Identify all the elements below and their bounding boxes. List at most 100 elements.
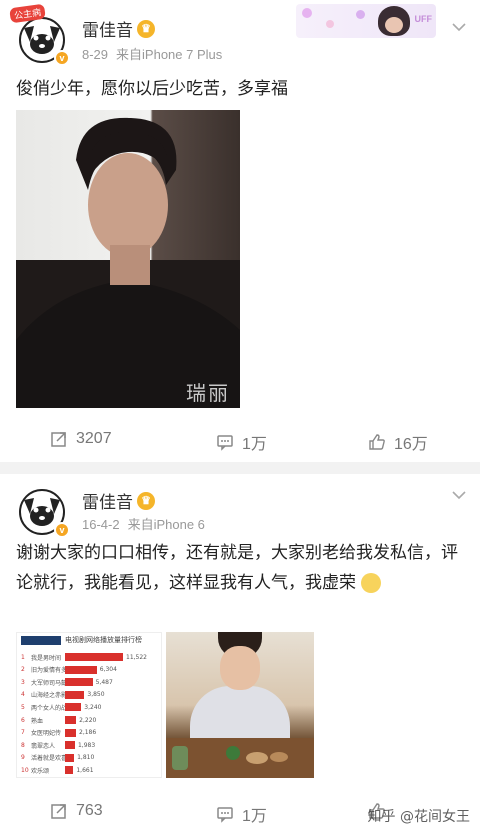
avatar-sticker xyxy=(378,6,410,36)
author-row: 雷佳音 ♛ xyxy=(82,488,155,513)
chart-title: 电视剧网络播放量排行榜 xyxy=(21,635,159,647)
repost-button[interactable]: 763 xyxy=(50,802,103,820)
chart-bar-row: 3 大军师司马懿 5,487 xyxy=(21,676,113,688)
chart-bar-row: 8 翡翠恋人 1,983 xyxy=(21,739,95,751)
rank-number: 7 xyxy=(21,729,25,737)
rank-number: 3 xyxy=(21,678,25,686)
post-text-body: 谢谢大家的口口相传，还有就是，大家别老给我发私信，评论就行，我能看见，这样显我有… xyxy=(16,543,458,593)
repost-count: 763 xyxy=(76,802,103,819)
rank-number: 1 xyxy=(21,653,25,661)
chart-bar xyxy=(65,766,74,775)
chart-bar xyxy=(65,653,123,661)
chart-bar-row: 1 我是男时间 11,522 xyxy=(21,651,147,663)
post-photo[interactable]: 瑞丽 xyxy=(16,110,240,408)
chart-bar xyxy=(65,703,82,712)
verified-badge-icon: v xyxy=(54,50,70,66)
chart-bar-row: 10 欢乐颂 1,661 xyxy=(21,764,94,776)
chart-bar-row: 5 两个女人的战争 3,240 xyxy=(21,701,101,713)
table xyxy=(166,738,314,778)
dish-icon xyxy=(246,752,268,764)
repost-icon xyxy=(51,804,66,819)
chart-category-label: 欢乐颂 xyxy=(31,767,50,775)
person-head xyxy=(220,646,260,690)
chart-value-label: 1,983 xyxy=(77,741,96,749)
chart-value-label: 3,240 xyxy=(84,703,102,711)
verified-badge-icon: v xyxy=(54,522,70,538)
chart-bar xyxy=(65,690,85,699)
chart-category-label: 活着就是欢喜 xyxy=(31,755,65,763)
chart-value-label: 1,661 xyxy=(76,766,94,774)
chevron-down-icon[interactable] xyxy=(452,490,466,500)
post-meta: 16-4-2 来自iPhone 6 xyxy=(82,514,205,533)
author-avatar[interactable]: v xyxy=(16,484,70,538)
banner-text: UFF xyxy=(414,14,433,24)
comment-count: 1万 xyxy=(242,808,267,825)
ranking-chart-image[interactable]: 电视剧网络播放量排行榜 1 我是男时间 11,522 2 旧为爱情有多糖 6,304 3 大军… xyxy=(16,632,162,778)
comment-icon xyxy=(217,435,233,451)
chart-category-label: 女医明妃传 xyxy=(31,730,62,738)
chart-value-label: 6,304 xyxy=(99,666,117,674)
chart-category-label: 大军师司马懿 xyxy=(31,679,65,687)
jar-icon xyxy=(172,746,188,770)
author-name[interactable]: 雷佳音 xyxy=(82,16,133,41)
author-row: 雷佳音 ♛ xyxy=(82,16,155,41)
comment-button[interactable]: 1万 xyxy=(216,802,267,826)
chart-title-text: 电视剧网络播放量排行榜 xyxy=(65,636,142,644)
person-body xyxy=(190,686,290,744)
vip-crown-icon: ♛ xyxy=(137,491,155,510)
post-actions: 3207 1万 16万 xyxy=(0,430,480,460)
chart-category-label: 翡翠恋人 xyxy=(31,742,56,750)
post-meta: 8-29 来自iPhone 7 Plus xyxy=(82,44,222,63)
post-photo[interactable] xyxy=(166,632,314,778)
like-count: 16万 xyxy=(394,436,428,453)
balloon-icon xyxy=(302,8,312,18)
repost-button[interactable]: 3207 xyxy=(50,430,112,448)
chart-value-label: 2,186 xyxy=(79,729,97,737)
post-source: 来自iPhone 7 Plus xyxy=(116,47,223,62)
author-avatar[interactable]: 公主病 v xyxy=(9,3,70,66)
thumbs-up-icon xyxy=(369,434,385,450)
balloon-icon xyxy=(326,20,334,28)
chevron-down-icon[interactable] xyxy=(452,22,466,32)
repost-count: 3207 xyxy=(76,430,112,447)
chart-value-label: 11,522 xyxy=(126,653,147,661)
chart-bar-row: 2 旧为爱情有多糖 6,304 xyxy=(21,664,117,676)
chart-bar xyxy=(65,678,93,687)
chart-bar-row: 6 熟血 2,220 xyxy=(21,714,96,726)
like-button[interactable]: 16万 xyxy=(368,430,428,454)
rank-number: 5 xyxy=(21,703,25,711)
chart-category-label: 旧为爱情有多糖 xyxy=(31,667,65,675)
post-source: 来自iPhone 6 xyxy=(127,517,205,532)
author-name[interactable]: 雷佳音 xyxy=(82,488,133,513)
chart-category-label: 两个女人的战争 xyxy=(31,704,65,712)
comment-button[interactable]: 1万 xyxy=(216,430,267,454)
zhihu-watermark: 知乎 @花间女王 xyxy=(367,809,470,825)
chart-bar-row: 9 活着就是欢喜 1,810 xyxy=(21,752,94,764)
repost-icon xyxy=(51,432,66,447)
chart-bar xyxy=(65,741,75,750)
chart-category-label: 山海经之赤影传说 xyxy=(31,692,65,700)
chart-bar-row: 7 女医明妃传 2,186 xyxy=(21,727,96,739)
post-text: 谢谢大家的口口相传，还有就是，大家别老给我发私信，评论就行，我能看见，这样显我有… xyxy=(16,538,464,598)
chart-value-label: 2,220 xyxy=(79,716,97,724)
rank-number: 6 xyxy=(21,716,25,724)
rank-number: 8 xyxy=(21,741,25,749)
rank-number: 4 xyxy=(21,691,25,699)
chart-bar xyxy=(65,716,77,724)
dish-icon xyxy=(270,752,288,762)
comment-count: 1万 xyxy=(242,436,267,453)
rank-number: 10 xyxy=(21,766,29,774)
vip-crown-icon: ♛ xyxy=(137,19,155,38)
chart-bar xyxy=(65,665,97,674)
portrait-figure xyxy=(16,117,240,408)
post-date: 16-4-2 xyxy=(82,517,120,532)
chart-value-label: 1,810 xyxy=(77,754,95,762)
chart-bar xyxy=(65,753,75,762)
chart-value-label: 5,487 xyxy=(95,678,113,686)
chart-category-label: 我是男时间 xyxy=(31,654,62,662)
chart-bar xyxy=(65,728,76,737)
chart-category-label: 熟血 xyxy=(31,717,44,725)
comment-icon xyxy=(217,807,233,823)
chart-value-label: 3,850 xyxy=(87,691,105,699)
photo-watermark: 瑞丽 xyxy=(186,381,230,405)
